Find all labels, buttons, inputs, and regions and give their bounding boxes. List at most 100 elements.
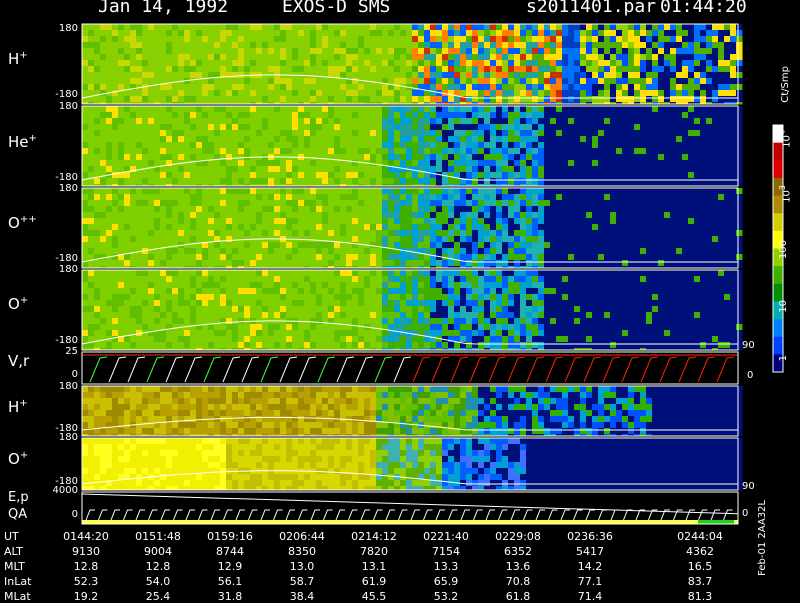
- spectrogram-cell: [706, 90, 713, 97]
- spectrogram-cell: [544, 172, 551, 179]
- spectrogram-cell: [712, 230, 719, 237]
- spectrogram-cell: [196, 124, 203, 131]
- spectrogram-cell: [262, 124, 269, 131]
- spectrogram-cell: [226, 78, 233, 85]
- spectrogram-cell: [124, 72, 131, 79]
- spectrogram-cell: [676, 230, 683, 237]
- spectrogram-cell: [526, 224, 533, 231]
- spectrogram-cell: [358, 172, 365, 179]
- spectrogram-cell: [106, 230, 113, 237]
- spectrogram-cell: [274, 242, 281, 249]
- spectrogram-cell: [526, 154, 533, 161]
- spectrogram-cell: [688, 166, 695, 173]
- spectrogram-cell: [400, 60, 407, 67]
- spectrogram-cell: [586, 36, 593, 43]
- spectrogram-cell: [688, 142, 695, 149]
- spectrogram-cell: [544, 124, 551, 131]
- spectrogram-cell: [184, 200, 191, 207]
- spectrogram-cell: [544, 118, 551, 125]
- spectrogram-cell: [652, 206, 659, 213]
- spectrogram-cell: [178, 54, 185, 61]
- spectrogram-cell: [106, 166, 113, 173]
- spectrogram-cell: [664, 218, 671, 225]
- spectrogram-cell: [262, 118, 269, 125]
- spectrogram-cell: [454, 248, 461, 255]
- spectrogram-cell: [514, 106, 521, 113]
- spectrogram-cell: [484, 224, 491, 231]
- spectrogram-cell: [736, 72, 743, 79]
- spectrogram-cell: [658, 24, 665, 31]
- spectrogram-cell: [322, 154, 329, 161]
- spectrogram-cell: [310, 30, 317, 37]
- spectrogram-cell: [280, 84, 287, 91]
- spectrogram-cell: [118, 242, 125, 249]
- spectrogram-cell: [676, 248, 683, 255]
- spectrogram-cell: [706, 130, 713, 137]
- spectrogram-cell: [520, 248, 527, 255]
- spectrogram-cell: [172, 154, 179, 161]
- spectrogram-cell: [712, 130, 719, 137]
- spectrogram-cell: [316, 212, 323, 219]
- spectrogram-cell: [304, 254, 311, 261]
- spectrogram-cell: [310, 42, 317, 49]
- spectrogram-cell: [454, 148, 461, 155]
- spectrogram-cell: [316, 90, 323, 97]
- spectrogram-cell: [544, 230, 551, 237]
- spectrogram-cell: [328, 166, 335, 173]
- spectrogram-cell: [676, 218, 683, 225]
- spectrogram-cell: [454, 36, 461, 43]
- spectrogram-cell: [466, 124, 473, 131]
- spectrogram-cell: [166, 166, 173, 173]
- spectrogram-cell: [430, 206, 437, 213]
- spectrogram-cell: [598, 106, 605, 113]
- spectrogram-cell: [346, 212, 353, 219]
- spectrogram-cell: [484, 178, 491, 185]
- spectrogram-cell: [220, 276, 227, 283]
- spectrogram-cell: [718, 242, 725, 249]
- spectrogram-cell: [598, 254, 605, 261]
- spectrogram-cell: [670, 130, 677, 137]
- spectrogram-cell: [616, 42, 623, 49]
- spectrogram-cell: [106, 24, 113, 31]
- spectrogram-cell: [388, 60, 395, 67]
- spectrogram-cell: [280, 160, 287, 167]
- spectrogram-cell: [580, 142, 587, 149]
- spectrogram-cell: [172, 42, 179, 49]
- spectrogram-cell: [208, 130, 215, 137]
- spectrogram-cell: [706, 212, 713, 219]
- spectrogram-cell: [364, 248, 371, 255]
- spectrogram-cell: [94, 142, 101, 149]
- spectrogram-cell: [520, 172, 527, 179]
- spectrogram-cell: [148, 118, 155, 125]
- spectrogram-cell: [106, 124, 113, 131]
- spectrogram-cell: [268, 60, 275, 67]
- spectrogram-cell: [232, 276, 239, 283]
- spectrogram-cell: [472, 230, 479, 237]
- spectrogram-cell: [538, 200, 545, 207]
- spectrogram-cell: [730, 248, 737, 255]
- spectrogram-cell: [154, 194, 161, 201]
- spectrogram-cell: [226, 260, 233, 267]
- spectrogram-cell: [592, 118, 599, 125]
- spectrogram-cell: [208, 306, 215, 313]
- spectrogram-cell: [484, 36, 491, 43]
- spectrogram-cell: [316, 36, 323, 43]
- spectrogram-cell: [202, 260, 209, 267]
- spectrogram-cell: [196, 260, 203, 267]
- spectrogram-cell: [520, 178, 527, 185]
- spectrogram-cell: [562, 178, 569, 185]
- spectrogram-cell: [412, 78, 419, 85]
- spectrogram-cell: [226, 42, 233, 49]
- spectrogram-cell: [352, 200, 359, 207]
- spectrogram-cell: [400, 212, 407, 219]
- spectrogram-cell: [700, 260, 707, 267]
- spectrogram-cell: [700, 218, 707, 225]
- spectrogram-cell: [292, 178, 299, 185]
- spectrogram-cell: [262, 166, 269, 173]
- spectrogram-cell: [106, 212, 113, 219]
- spectrogram-cell: [226, 212, 233, 219]
- spectrogram-cell: [208, 142, 215, 149]
- spectrogram-cell: [604, 48, 611, 55]
- spectrogram-cell: [382, 48, 389, 55]
- spectrogram-cell: [634, 24, 641, 31]
